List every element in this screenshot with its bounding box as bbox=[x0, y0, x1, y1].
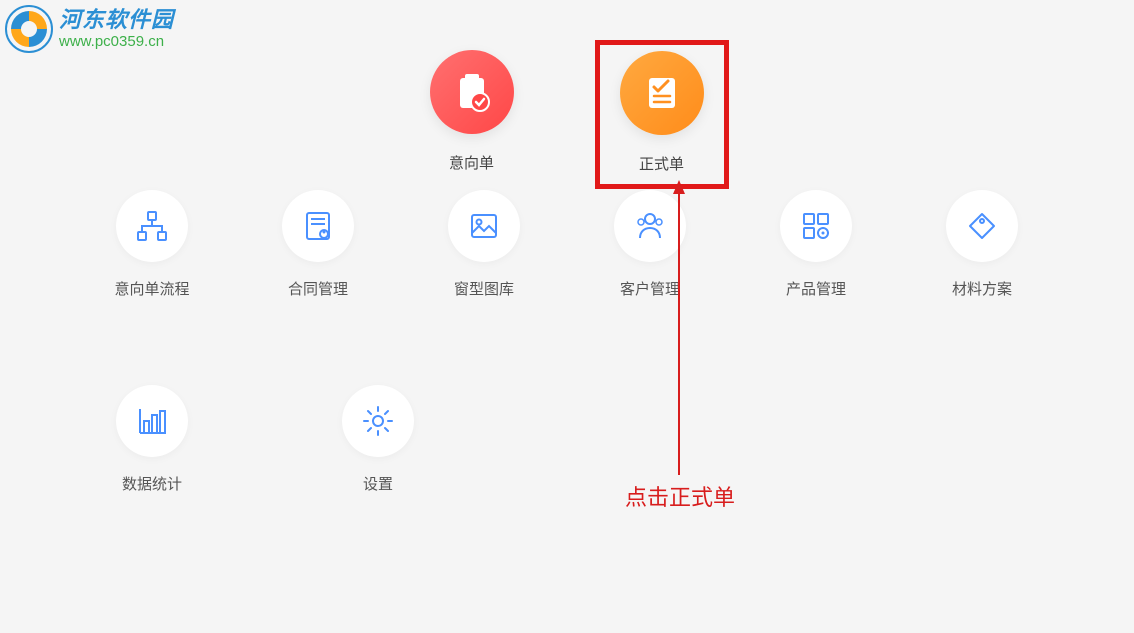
image-icon bbox=[466, 208, 502, 244]
site-title: 河东软件园 bbox=[59, 8, 174, 32]
chart-icon bbox=[134, 403, 170, 439]
site-url: www.pc0359.cn bbox=[59, 34, 174, 51]
intent-order-button[interactable]: 意向单 bbox=[430, 50, 514, 175]
product-mgmt-button[interactable]: 产品管理 bbox=[756, 190, 876, 299]
window-gallery-button[interactable]: 窗型图库 bbox=[424, 190, 544, 299]
statistics-button[interactable]: 数据统计 bbox=[92, 385, 212, 494]
contract-mgmt-label: 合同管理 bbox=[288, 278, 348, 299]
window-gallery-label: 窗型图库 bbox=[454, 278, 514, 299]
statistics-label: 数据统计 bbox=[122, 473, 182, 494]
highlight-box: 正式单 bbox=[595, 40, 729, 189]
clipboard-check-icon bbox=[450, 70, 494, 114]
customer-mgmt-label: 客户管理 bbox=[620, 278, 680, 299]
contract-icon bbox=[300, 208, 336, 244]
customer-mgmt-button[interactable]: 客户管理 bbox=[590, 190, 710, 299]
watermark-logo-block: 河东软件园 www.pc0359.cn bbox=[5, 5, 174, 53]
intent-order-label: 意向单 bbox=[449, 152, 494, 173]
flow-icon bbox=[134, 208, 170, 244]
contract-mgmt-button[interactable]: 合同管理 bbox=[258, 190, 378, 299]
annotation-text: 点击正式单 bbox=[625, 480, 735, 512]
material-plan-label: 材料方案 bbox=[952, 278, 1012, 299]
customer-icon bbox=[632, 208, 668, 244]
settings-label: 设置 bbox=[363, 473, 393, 494]
settings-icon bbox=[360, 403, 396, 439]
product-mgmt-label: 产品管理 bbox=[786, 278, 846, 299]
product-icon bbox=[798, 208, 834, 244]
intent-flow-label: 意向单流程 bbox=[114, 278, 189, 299]
material-plan-button[interactable]: 材料方案 bbox=[922, 190, 1042, 299]
intent-flow-button[interactable]: 意向单流程 bbox=[92, 190, 212, 299]
formal-order-button[interactable]: 正式单 bbox=[620, 51, 704, 174]
tag-icon bbox=[964, 208, 1000, 244]
settings-button[interactable]: 设置 bbox=[318, 385, 438, 494]
formal-order-label: 正式单 bbox=[639, 153, 684, 174]
site-logo-icon bbox=[5, 5, 53, 53]
document-check-icon bbox=[641, 72, 683, 114]
